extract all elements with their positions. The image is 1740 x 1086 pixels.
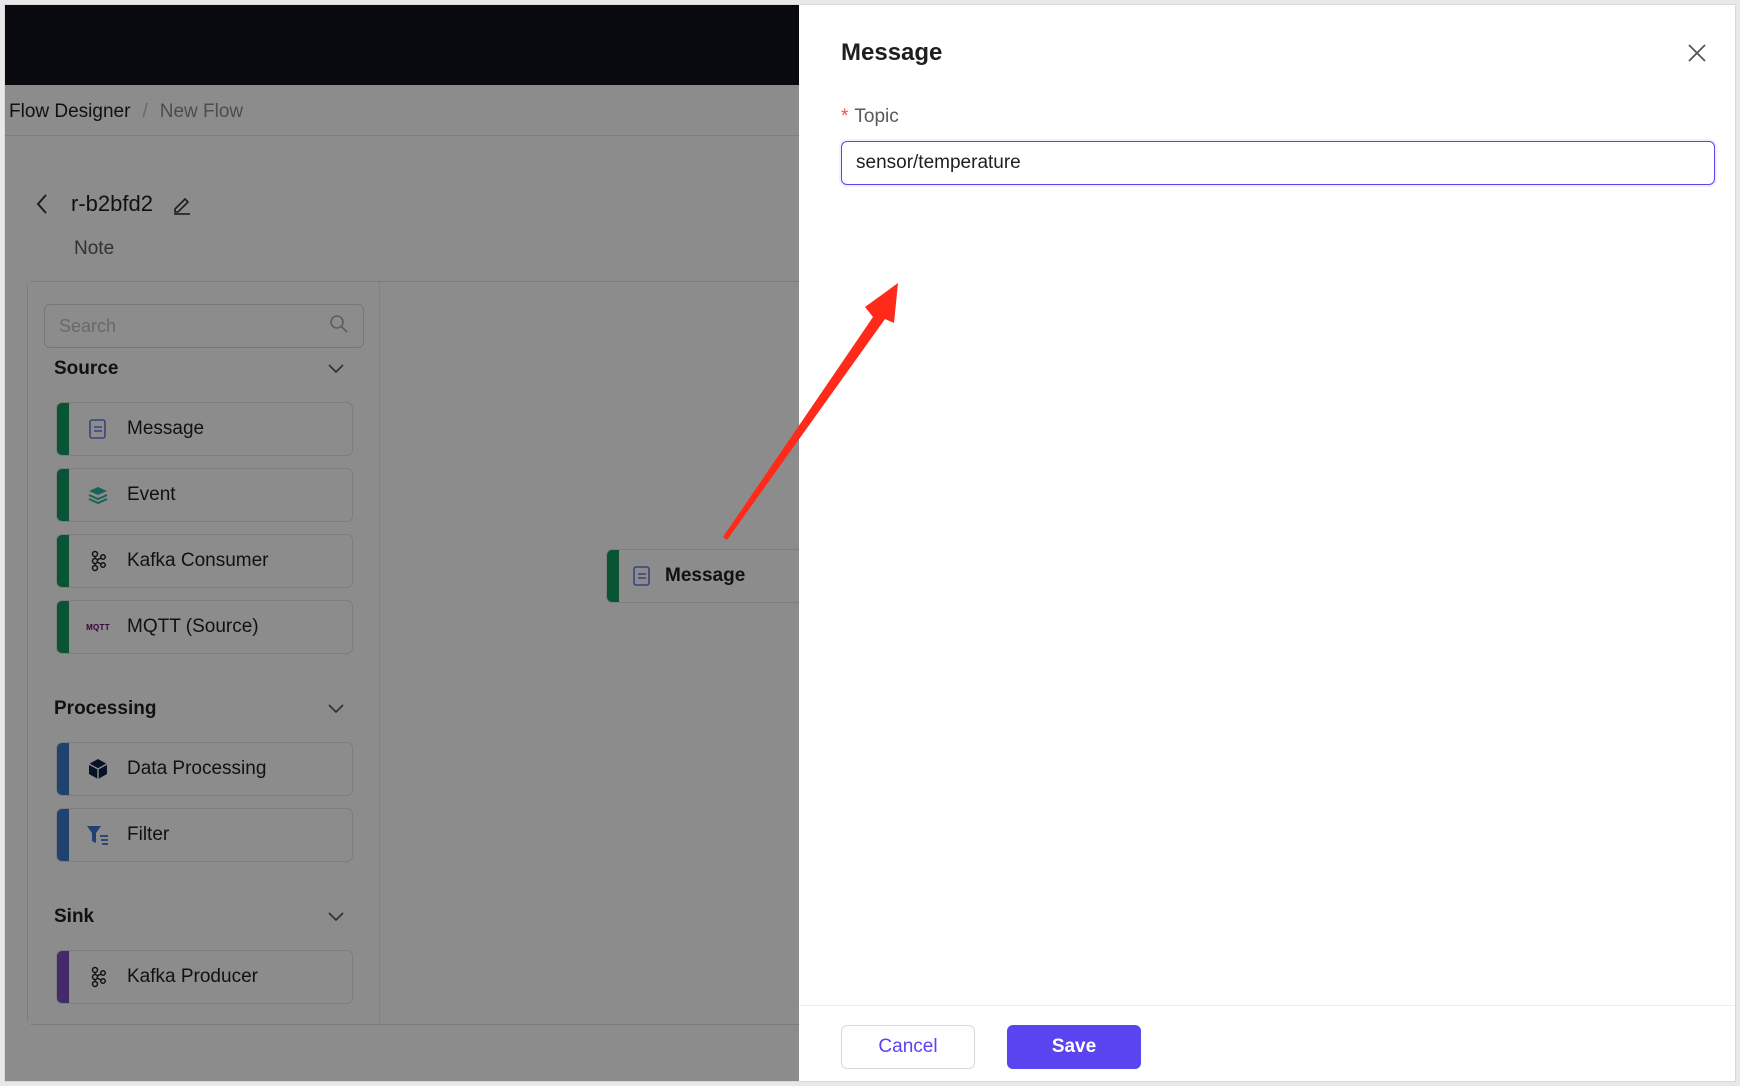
topic-label: * Topic xyxy=(841,106,899,128)
footer-divider xyxy=(799,1005,1735,1006)
node-config-drawer: Message *Topic Cancel Save xyxy=(799,5,1735,1081)
topic-input[interactable] xyxy=(841,141,1715,185)
required-mark: * xyxy=(841,106,849,127)
save-button[interactable]: Save xyxy=(1007,1025,1141,1069)
app-window: Flow Designer / New Flow r-b2bfd2 Note S… xyxy=(4,4,1736,1082)
close-icon[interactable] xyxy=(1685,41,1709,65)
topic-label-text: Topic xyxy=(854,106,899,127)
cancel-button[interactable]: Cancel xyxy=(841,1025,975,1069)
drawer-title: Message xyxy=(841,39,943,66)
